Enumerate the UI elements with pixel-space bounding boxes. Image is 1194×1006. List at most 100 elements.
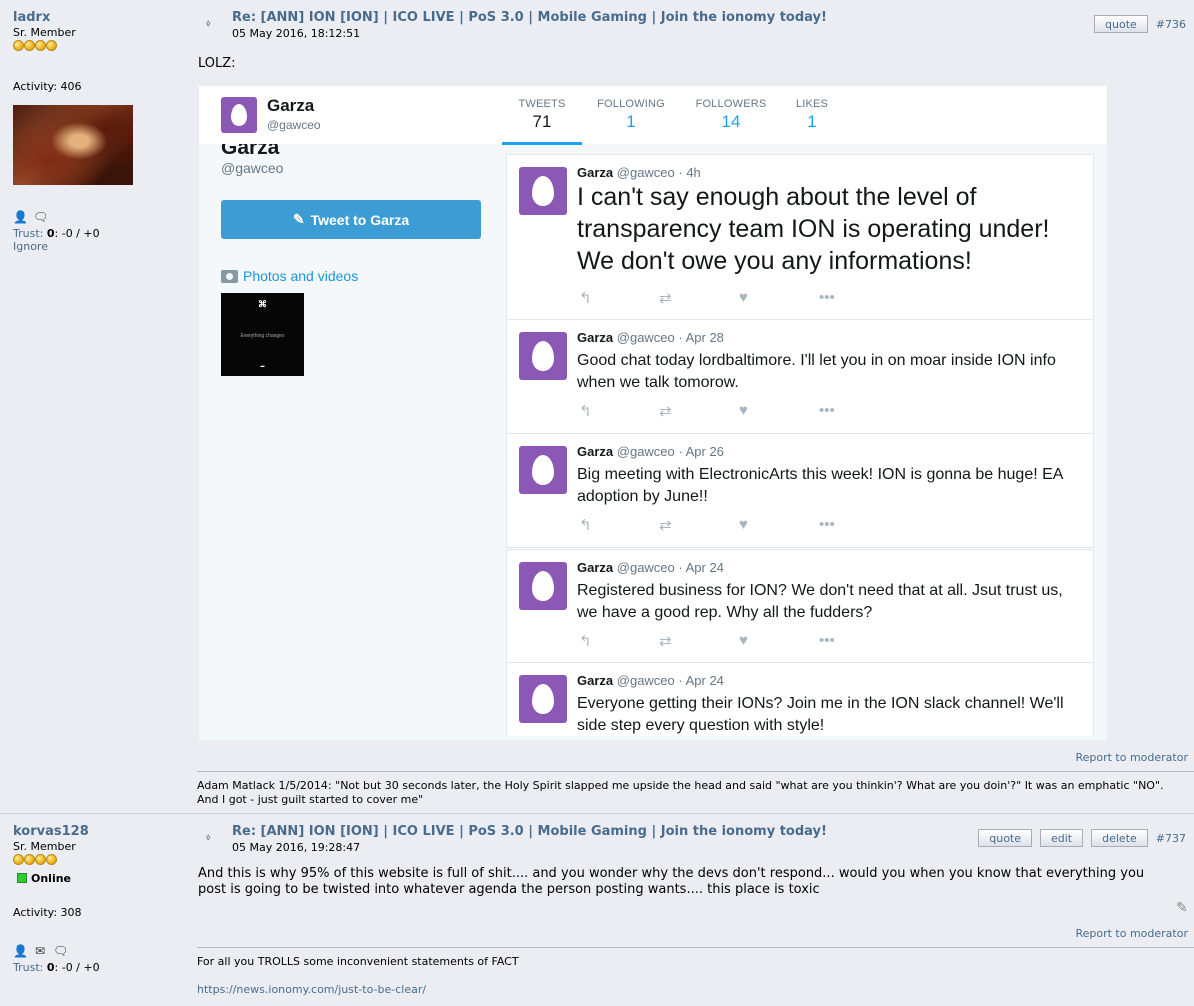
activity-label: Activity: — [13, 906, 58, 919]
star-icon — [46, 854, 57, 865]
trust: Trust: 0: -0 / +0 — [13, 227, 100, 240]
retweet-icon: ⇄ — [659, 517, 672, 534]
star-icon — [24, 854, 35, 865]
tweet-author: Garza — [577, 673, 614, 688]
tweet-header: Garza @gawceo · 4h — [577, 165, 701, 180]
photos-label: Photos and videos — [243, 268, 359, 284]
stat-label: FOLLOWING — [597, 98, 665, 110]
signature: For all you TROLLS some inconvenient sta… — [197, 955, 1192, 997]
trust-detail: : -0 / +0 — [54, 227, 100, 240]
reply-icon: ↰ — [579, 633, 592, 650]
profile-icon[interactable]: 👤 — [13, 210, 28, 224]
tweet-actions: ↰ ⇄ ♥ ••• — [579, 516, 899, 534]
reply-icon: ↰ — [579, 403, 592, 420]
post-buttons: quote #736 — [1094, 15, 1186, 33]
tweet-meta: @gawceo · Apr 24 — [616, 673, 724, 688]
message-number[interactable]: #737 — [1156, 832, 1186, 845]
thumb-logo-icon: ⌘ — [258, 299, 267, 309]
tweet-meta: @gawceo · Apr 28 — [616, 330, 724, 345]
message-number[interactable]: #736 — [1156, 18, 1186, 31]
ignore-link[interactable]: Ignore — [13, 240, 48, 253]
delete-button[interactable]: delete — [1091, 829, 1148, 847]
thumb-bar: ▬ — [260, 363, 265, 368]
post-title[interactable]: Re: [ANN] ION [ION] | ICO LIVE | PoS 3.0… — [232, 824, 827, 839]
avatar — [13, 105, 133, 185]
stat-followers: FOLLOWERS 14 — [691, 98, 771, 132]
signature-divider — [197, 947, 1194, 948]
message-icon[interactable]: 🗨 — [33, 210, 48, 224]
tweet-header: Garza @gawceo · Apr 26 — [577, 444, 724, 459]
signature-line: For all you TROLLS some inconvenient sta… — [197, 955, 519, 968]
signature-line: And I got - just guilt started to cover … — [197, 793, 424, 806]
tweet-avatar-icon — [519, 167, 567, 215]
reply-icon: ↰ — [579, 290, 592, 307]
tweet-text: Good chat today lordbaltimore. I'll let … — [577, 352, 1056, 391]
activity-value: 308 — [60, 906, 82, 919]
active-tab-underline — [502, 142, 582, 145]
topic-icon: ⬫ — [206, 827, 211, 846]
stat-value: 71 — [532, 112, 552, 131]
star-icon — [13, 854, 24, 865]
post-body: LOLZ: — [198, 56, 236, 71]
trust-score: 0 — [46, 227, 55, 240]
stat-value: 1 — [807, 112, 817, 131]
embedded-twitter-screenshot: Garza @gawceo TWEETS 71 FOLLOWING 1 FOLL… — [199, 86, 1107, 740]
like-icon: ♥ — [739, 632, 748, 649]
tweet-meta: @gawceo · 4h — [616, 165, 701, 180]
profile-icon[interactable]: 👤 — [13, 944, 28, 958]
tweet: Garza @gawceo · Apr 24 Registered busine… — [506, 549, 1094, 663]
edit-button[interactable]: edit — [1040, 829, 1084, 847]
tweet-avatar-icon — [519, 675, 567, 723]
tweet-avatar-icon — [519, 332, 567, 380]
trust-label[interactable]: Trust: — [13, 227, 43, 240]
tweet-author: Garza — [577, 560, 614, 575]
more-icon: ••• — [819, 289, 835, 306]
stat-value: 14 — [721, 112, 741, 131]
post-body-line: And this is why 95% of this website is f… — [198, 866, 1145, 881]
signature: Adam Matlack 1/5/2014: "Not but 30 secon… — [197, 779, 1192, 807]
message-icon[interactable]: 🗨 — [53, 944, 68, 958]
tweet-stream: Garza @gawceo · 4h I can't say enough ab… — [506, 154, 1094, 740]
trust-label[interactable]: Trust: — [13, 961, 43, 974]
sidebar-handle: @gawceo — [221, 160, 284, 176]
topic-icon: ⬫ — [206, 13, 211, 32]
egg-avatar-icon — [221, 97, 257, 133]
signature-link[interactable]: https://news.ionomy.com/just-to-be-clear… — [197, 983, 426, 996]
tweet-header: Garza @gawceo · Apr 24 — [577, 560, 724, 575]
quote-button[interactable]: quote — [1094, 15, 1148, 33]
poster-username[interactable]: ladrx — [13, 10, 183, 25]
stat-label: TWEETS — [518, 98, 566, 110]
quote-button[interactable]: quote — [978, 829, 1032, 847]
poster-info: ladrx Sr. Member Activity: 406 👤 🗨 Trust… — [13, 10, 183, 253]
tweet-header: Garza @gawceo · Apr 24 — [577, 673, 724, 688]
like-icon: ♥ — [739, 516, 748, 533]
thumb-caption: Everything changes — [240, 333, 285, 339]
poster-username[interactable]: korvas128 — [13, 824, 183, 839]
retweet-icon: ⇄ — [659, 403, 672, 420]
like-icon: ♥ — [739, 289, 748, 306]
tweet-actions: ↰ ⇄ ♥ ••• — [579, 289, 899, 307]
activity-value: 406 — [60, 80, 82, 93]
post-date: 05 May 2016, 18:12:51 — [232, 27, 361, 40]
edit-pencil-icon[interactable]: ✎ — [1176, 900, 1188, 916]
forum-post: ladrx Sr. Member Activity: 406 👤 🗨 Trust… — [0, 0, 1194, 812]
profile-name: Garza — [267, 96, 315, 115]
tweet-to-button: ✎ Tweet to Garza — [221, 200, 481, 239]
stat-value: 1 — [626, 112, 636, 131]
twitter-profile-bar: Garza @gawceo TWEETS 71 FOLLOWING 1 FOLL… — [199, 86, 1107, 145]
screenshot-edge — [199, 736, 1107, 740]
tweet: Garza @gawceo · Apr 26 Big meeting with … — [506, 434, 1094, 548]
more-icon: ••• — [819, 402, 835, 419]
post-title[interactable]: Re: [ANN] ION [ION] | ICO LIVE | PoS 3.0… — [232, 10, 827, 25]
tweet: Garza @gawceo · 4h I can't say enough ab… — [506, 154, 1094, 320]
online-icon — [17, 873, 27, 883]
photos-videos-link: Photos and videos — [221, 268, 358, 284]
report-to-moderator-link[interactable]: Report to moderator — [1075, 927, 1188, 940]
email-icon[interactable]: ✉ — [33, 944, 47, 958]
star-icon — [46, 40, 57, 51]
tweet-actions: ↰ ⇄ ♥ ••• — [579, 632, 899, 650]
report-to-moderator-link[interactable]: Report to moderator — [1075, 751, 1188, 764]
online-status: Online — [17, 872, 71, 885]
tweet-actions: ↰ ⇄ ♥ ••• — [579, 402, 899, 420]
signature-divider — [197, 771, 1194, 772]
